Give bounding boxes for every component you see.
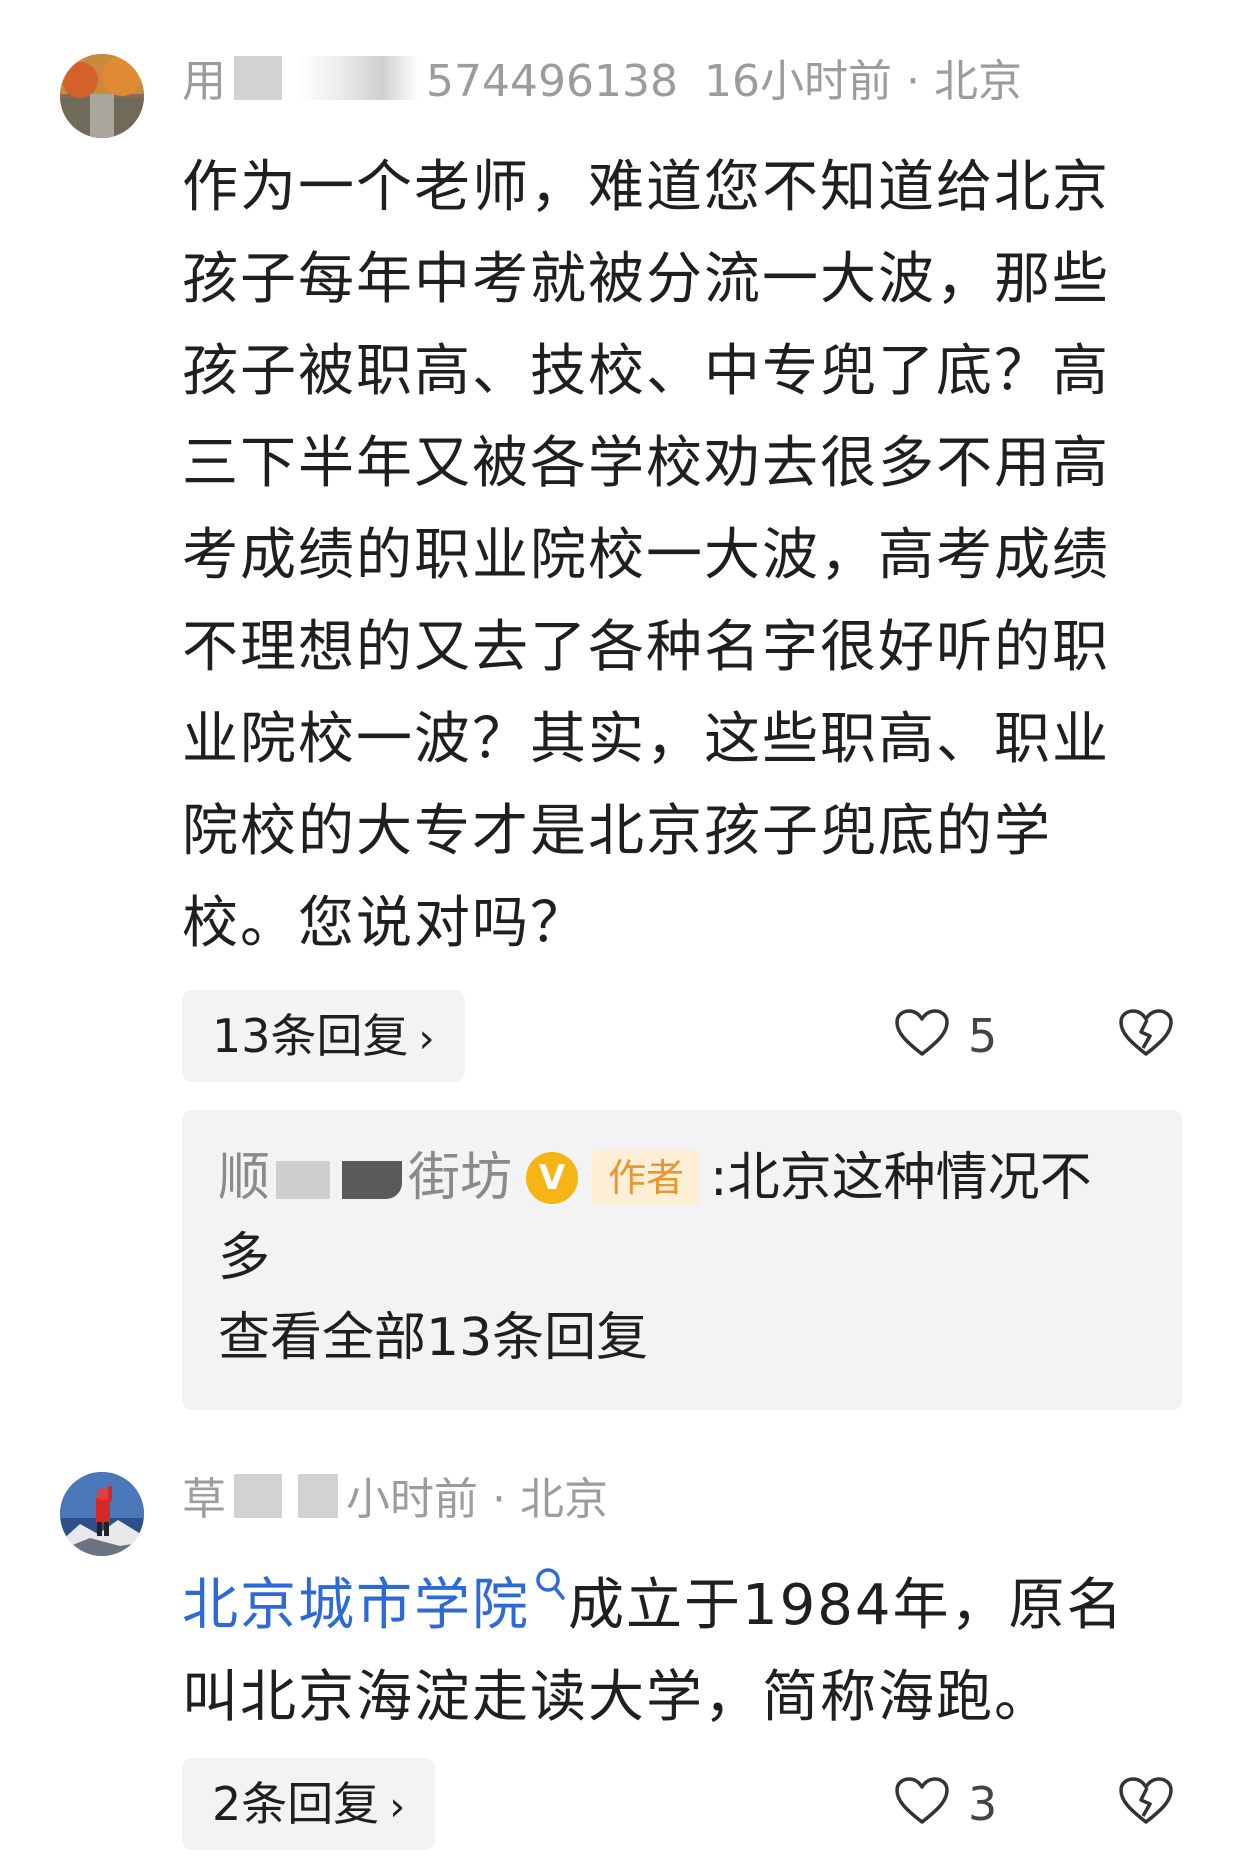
comment-text: 北京城市学院 成立于1984年，原名叫北京海淀走读大学，简称海跑。 (182, 1560, 1154, 1744)
redacted-block (298, 56, 418, 100)
user-avatar[interactable] (60, 54, 144, 138)
reply-text-continued: 多 (218, 1228, 271, 1288)
reply-colon: : (710, 1148, 728, 1208)
redacted-block (234, 1474, 282, 1518)
dislike-button[interactable] (1118, 1776, 1174, 1830)
author-tag: 作者 (592, 1150, 701, 1206)
replies-button[interactable]: 2条回复 › (182, 1758, 436, 1850)
search-icon[interactable] (534, 1566, 568, 1606)
redacted-block (234, 56, 282, 100)
comment-time: 16小时前 (703, 56, 892, 107)
comment-meta: 草小时前 · 北京 (182, 1472, 608, 1528)
separator: · (905, 56, 920, 107)
replies-label: 2条回复 (212, 1777, 380, 1831)
avatar-image (60, 54, 144, 138)
comment-text: 作为一个老师，难道您不知道给北京孩子每年中考就被分流一大波，那些孩子被职高、技校… (182, 155, 1110, 956)
top-reply-line: 多 (218, 1218, 270, 1298)
top-reply-box[interactable]: 顺街坊 V 作者:北京这种情况不 多 查看全部13条回复 (182, 1110, 1182, 1410)
comment-time: 小时前 (346, 1474, 478, 1525)
verified-badge-icon: V (526, 1152, 579, 1204)
chevron-right-icon: › (418, 1016, 435, 1062)
like-button[interactable]: 5 (894, 1002, 997, 1070)
comment-meta: 用 574496138 16小时前 · 北京 (182, 54, 1022, 110)
heart-outline-icon (895, 1777, 949, 1824)
user-avatar[interactable] (60, 1472, 144, 1556)
search-link[interactable]: 北京城市学院 (182, 1573, 530, 1638)
username[interactable]: 用 574496138 (182, 54, 678, 110)
like-count: 3 (968, 1777, 998, 1831)
like-button[interactable]: 3 (894, 1770, 997, 1838)
dislike-button[interactable] (1118, 1008, 1174, 1062)
broken-heart-icon (1119, 1777, 1173, 1824)
reply-author[interactable]: 顺街坊 (218, 1148, 512, 1208)
chevron-right-icon: › (389, 1784, 406, 1830)
view-all-replies-link[interactable]: 查看全部13条回复 (218, 1298, 648, 1378)
comment-location: 北京 (520, 1474, 608, 1525)
like-count: 5 (968, 1009, 998, 1063)
username[interactable]: 草 (182, 1472, 346, 1528)
heart-outline-icon (895, 1009, 949, 1056)
comment-location: 北京 (933, 56, 1022, 107)
redacted-block (276, 1161, 331, 1199)
broken-heart-icon (1119, 1009, 1173, 1056)
redacted-block (342, 1161, 403, 1199)
reply-text: 北京这种情况不 (727, 1148, 1092, 1208)
redacted-block (298, 1474, 338, 1518)
avatar-image (60, 1472, 144, 1556)
replies-button[interactable]: 13条回复 › (182, 990, 465, 1082)
comment-actions: 2条回复 › 3 (182, 1758, 1182, 1850)
separator: · (492, 1474, 506, 1525)
top-reply-line: 顺街坊 V 作者:北京这种情况不 (218, 1138, 1092, 1218)
replies-label: 13条回复 (212, 1009, 409, 1063)
comment-actions: 13条回复 › 5 (182, 990, 1182, 1082)
